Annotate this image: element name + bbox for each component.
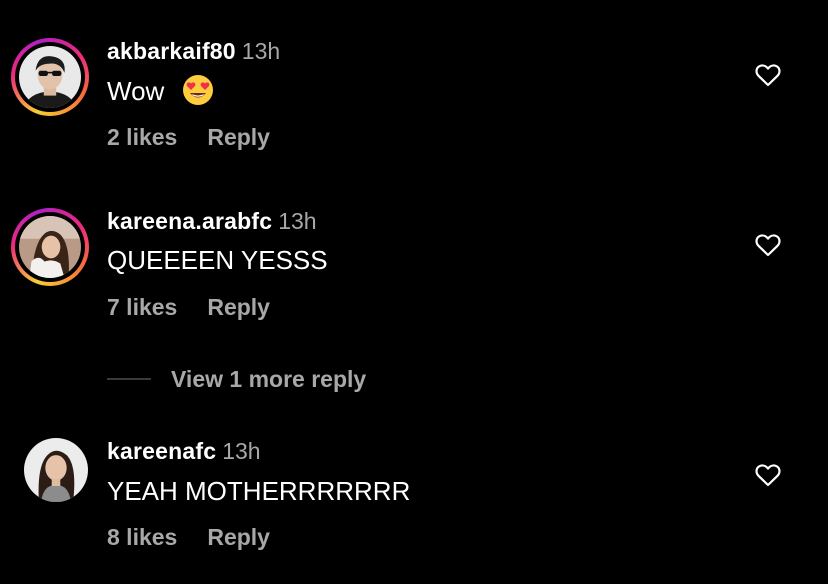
heart-icon[interactable] (755, 233, 781, 257)
username[interactable]: kareenafc (107, 438, 216, 464)
reply-button[interactable]: Reply (207, 294, 270, 320)
view-more-label: View 1 more reply (171, 365, 367, 392)
avatar (19, 216, 81, 278)
comment-meta: 2 likes Reply (107, 124, 270, 151)
comment-header: kareenafc 13h (107, 438, 261, 465)
comment-meta: 8 likes Reply (107, 524, 270, 551)
avatar-story-ring[interactable] (11, 208, 89, 286)
comment-text-body: Wow (107, 76, 165, 106)
comment-text: QUEEEEN YESSS (107, 245, 328, 276)
likes-count[interactable]: 2 likes (107, 124, 177, 150)
divider-line (107, 378, 151, 380)
heart-eyes-emoji-icon (182, 75, 213, 105)
comment-text-body: QUEEEEN YESSS (107, 245, 328, 275)
comment-text-body: YEAH MOTHERRRRRRR (107, 476, 411, 506)
username[interactable]: akbarkaif80 (107, 38, 236, 64)
avatar (24, 438, 88, 502)
avatar (19, 46, 81, 108)
avatar-wrap[interactable] (24, 438, 88, 502)
comment-text: YEAH MOTHERRRRRRR (107, 476, 410, 507)
reply-button[interactable]: Reply (207, 524, 270, 550)
comment-header: akbarkaif80 13h (107, 38, 280, 65)
likes-count[interactable]: 8 likes (107, 524, 177, 550)
timestamp: 13h (222, 438, 261, 464)
heart-icon[interactable] (755, 63, 781, 87)
timestamp: 13h (278, 208, 317, 234)
comment-text: Wow (107, 74, 214, 107)
view-more-replies-button[interactable]: View 1 more reply (107, 364, 366, 394)
likes-count[interactable]: 7 likes (107, 294, 177, 320)
heart-icon[interactable] (755, 463, 781, 487)
comment-meta: 7 likes Reply (107, 294, 270, 321)
username[interactable]: kareena.arabfc (107, 208, 272, 234)
avatar-story-ring[interactable] (11, 38, 89, 116)
reply-button[interactable]: Reply (207, 124, 270, 150)
comment-header: kareena.arabfc 13h (107, 208, 317, 235)
timestamp: 13h (241, 38, 281, 64)
